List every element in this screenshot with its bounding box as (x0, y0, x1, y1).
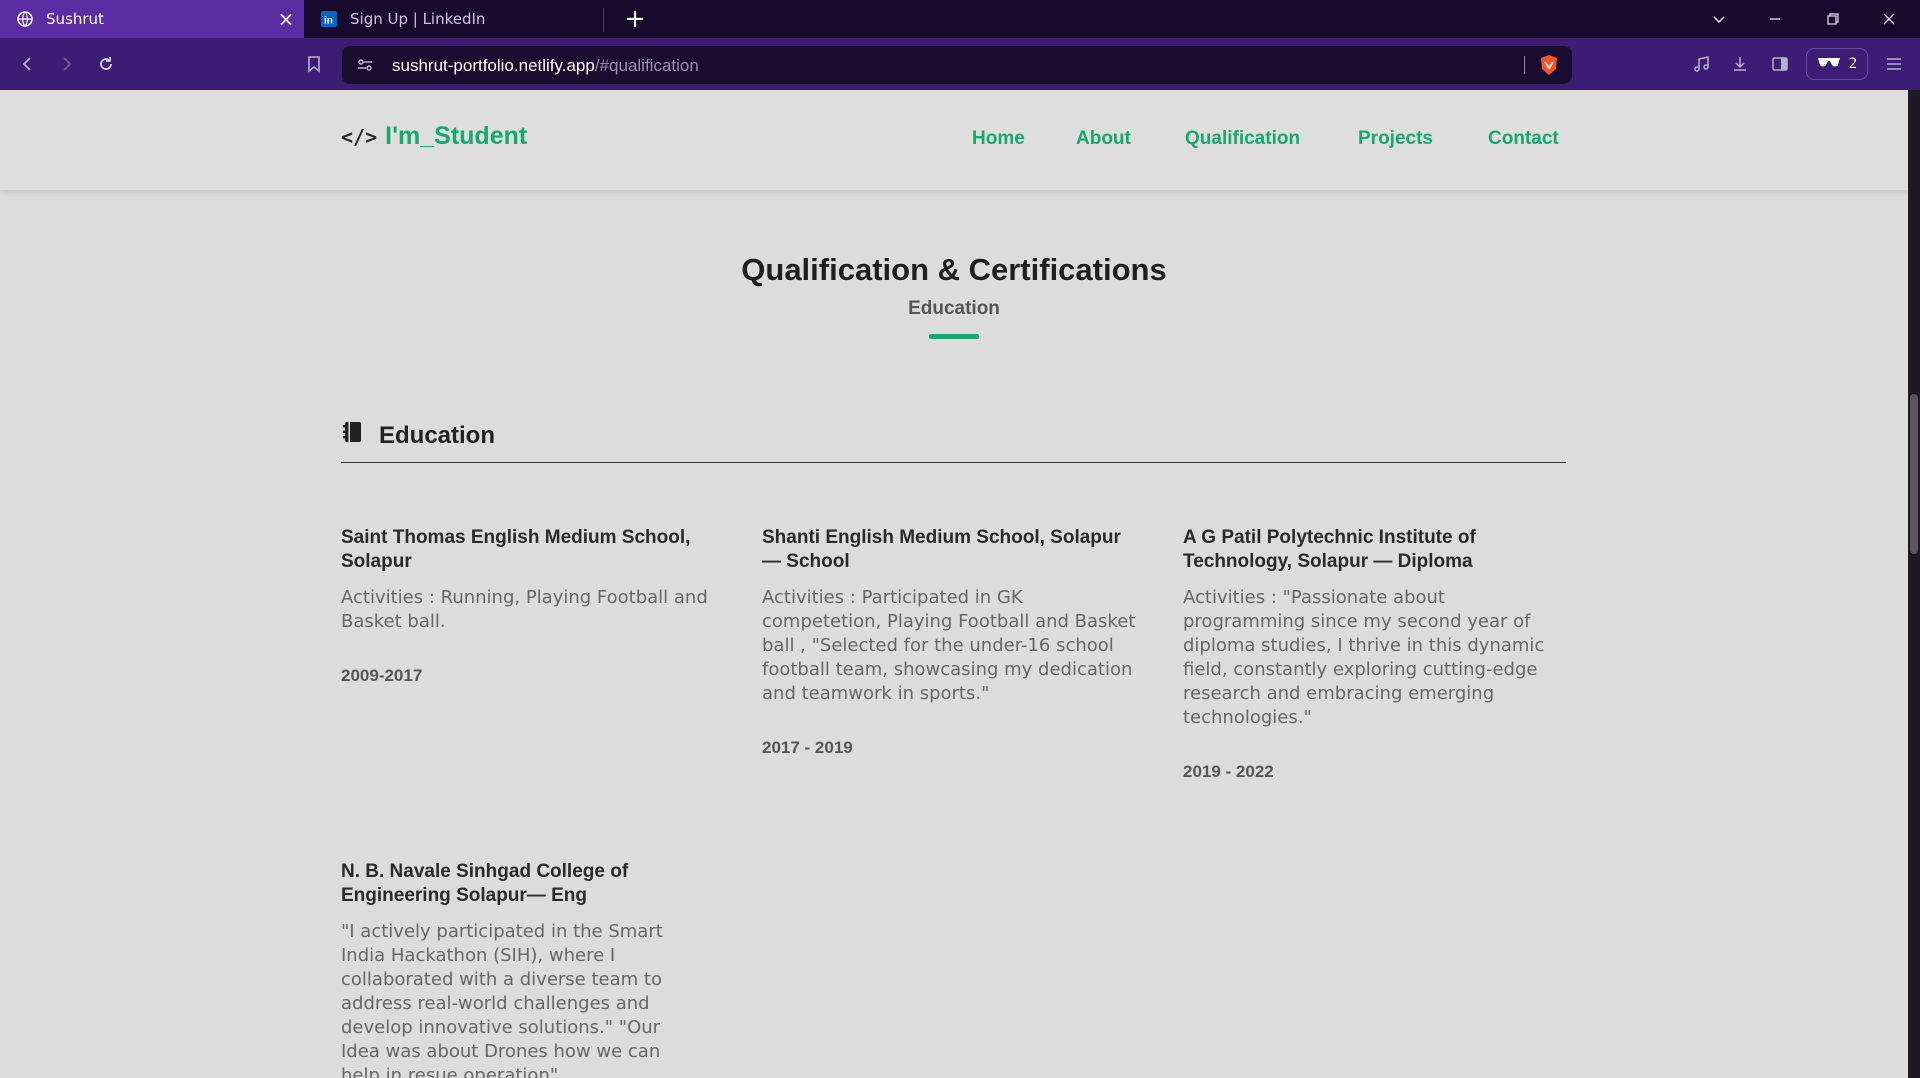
download-icon[interactable] (1728, 52, 1752, 76)
institution-name: Shanti English Medium School, Solapur — … (762, 527, 1121, 572)
education-heading-text: Education (379, 421, 496, 449)
back-icon[interactable] (16, 52, 40, 76)
globe-icon (16, 10, 34, 28)
nav-qualification[interactable]: Qualification (1185, 128, 1300, 150)
nav-contact[interactable]: Contact (1488, 128, 1559, 150)
education-description: Activities : "Passionate about programmi… (1183, 587, 1545, 728)
education-card: N. B. Navale Sinhgad College of Engineer… (341, 860, 701, 1078)
extension-count: 2 (1848, 56, 1858, 72)
restore-icon[interactable] (1810, 0, 1856, 38)
web-page: </> I'm_Student Home About Qualification… (0, 90, 1908, 1078)
brave-shield-icon[interactable] (1538, 54, 1560, 76)
url-path: /#qualification (594, 56, 699, 75)
url-divider (1524, 56, 1525, 74)
education-description: Activities : Running, Playing Football a… (341, 587, 708, 632)
education-years: 2019 - 2022 (1183, 762, 1274, 781)
close-icon[interactable]: × (276, 9, 296, 29)
code-icon: </> (341, 124, 378, 149)
logo-text: I'm_Student (385, 122, 528, 150)
browser-tab-bar: Sushrut × in Sign Up | LinkedIn + (0, 0, 1920, 38)
section-title: Qualification & Certifications (741, 252, 1167, 287)
title-underline (929, 334, 979, 339)
music-icon[interactable] (1690, 52, 1714, 76)
tab-divider (603, 8, 604, 32)
extensions-button[interactable]: 2 (1806, 48, 1868, 80)
nav-home[interactable]: Home (972, 128, 1025, 150)
url-host: sushrut-portfolio.netlify.app (392, 56, 595, 75)
education-card: Saint Thomas English Medium School, Sola… (341, 526, 721, 686)
tab-linkedin[interactable]: in Sign Up | LinkedIn (304, 0, 604, 38)
education-card: Shanti English Medium School, Solapur — … (762, 526, 1142, 758)
heading-divider (341, 462, 1566, 463)
minimize-icon[interactable] (1752, 0, 1798, 38)
education-years: 2009-2017 (341, 666, 423, 685)
sidebar-icon[interactable] (1768, 52, 1792, 76)
education-description: "I actively participated in the Smart In… (341, 921, 663, 1078)
url-text: sushrut-portfolio.netlify.app/#qualifica… (392, 56, 699, 76)
new-tab-button[interactable]: + (620, 4, 650, 34)
glasses-icon (1817, 56, 1841, 72)
site-header: </> I'm_Student Home About Qualification… (0, 90, 1908, 190)
page-scrollbar[interactable] (1908, 90, 1920, 1078)
tab-title: Sign Up | LinkedIn (350, 10, 486, 28)
bookmark-icon[interactable] (302, 52, 326, 76)
site-settings-icon[interactable] (356, 56, 374, 78)
forward-icon[interactable] (54, 52, 78, 76)
nav-about[interactable]: About (1076, 128, 1131, 150)
education-description: Activities : Participated in GK competet… (762, 587, 1136, 704)
scrollbar-thumb[interactable] (1910, 394, 1918, 554)
institution-name: Saint Thomas English Medium School, Sola… (341, 527, 691, 572)
linkedin-icon: in (320, 10, 338, 28)
site-logo[interactable]: </> I'm_Student (341, 122, 527, 151)
education-years: 2017 - 2019 (762, 738, 853, 757)
institution-name: N. B. Navale Sinhgad College of Engineer… (341, 861, 629, 906)
close-window-icon[interactable] (1866, 0, 1912, 38)
section-subtitle: Education (908, 298, 1000, 319)
svg-text:in: in (324, 16, 333, 27)
tab-sushrut[interactable]: Sushrut × (0, 0, 304, 38)
institution-name: A G Patil Polytechnic Institute of Techn… (1183, 527, 1476, 572)
menu-icon[interactable] (1882, 52, 1906, 76)
education-card: A G Patil Polytechnic Institute of Techn… (1183, 526, 1563, 782)
book-icon (341, 420, 365, 451)
reload-icon[interactable] (94, 52, 118, 76)
tab-title: Sushrut (46, 10, 104, 28)
education-heading: Education (341, 420, 495, 451)
address-bar[interactable]: sushrut-portfolio.netlify.app/#qualifica… (342, 46, 1572, 84)
tab-list-chevron-icon[interactable] (1696, 0, 1742, 38)
nav-projects[interactable]: Projects (1358, 128, 1433, 150)
